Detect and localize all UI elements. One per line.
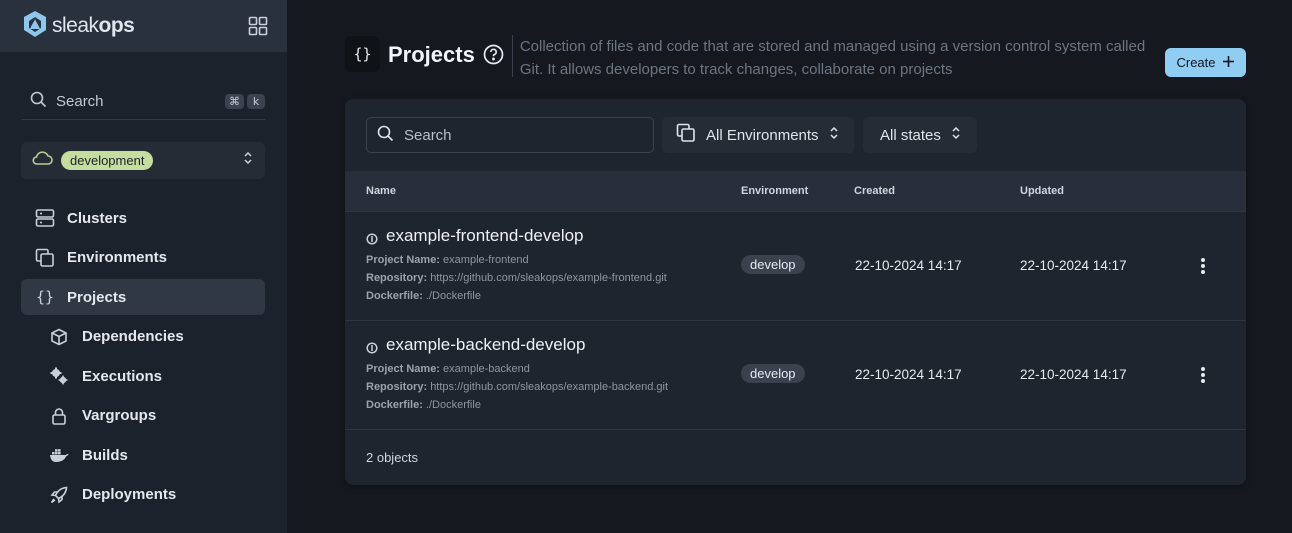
project-name-link[interactable]: example-backend-develop: [386, 335, 585, 355]
sidebar-item-deployments[interactable]: Deployments: [21, 477, 265, 513]
sidebar-item-label: Projects: [67, 288, 127, 306]
page-description: Collection of files and code that are st…: [519, 38, 1146, 78]
project-name-link[interactable]: example-frontend-develop: [386, 226, 584, 246]
create-button[interactable]: Create: [1165, 48, 1246, 77]
environment-filter[interactable]: All Environments: [662, 117, 854, 153]
column-created[interactable]: Created: [854, 185, 895, 197]
search-shortcut: ⌘ k: [225, 94, 265, 109]
repository-meta: Repository: https://github.com/sleakops/…: [366, 272, 667, 284]
page-title: Projects: [388, 42, 475, 67]
table-row[interactable]: example-frontend-develop Project Name: e…: [345, 211, 1246, 320]
repository-meta: Repository: https://github.com/sleakops/…: [366, 381, 669, 393]
environment-filter-label: All Environments: [706, 126, 819, 144]
git-commit-icon: [366, 341, 378, 359]
search-placeholder: Search: [404, 126, 452, 144]
chevron-updown-icon: [951, 126, 961, 144]
git-commit-icon: [366, 232, 378, 250]
brand-name: sleakops: [52, 14, 135, 37]
brand-bar: sleakops: [0, 0, 287, 52]
lock-icon: [49, 406, 69, 426]
environment-tag: develop: [741, 364, 805, 383]
sidebar-item-clusters[interactable]: Clusters: [21, 200, 265, 236]
cogs-icon: [49, 366, 69, 386]
sidebar-item-vargroups[interactable]: Vargroups: [21, 398, 265, 434]
server-icon: [35, 208, 55, 228]
table-row[interactable]: example-backend-develop Project Name: ex…: [345, 320, 1246, 429]
sidebar-item-builds[interactable]: Builds: [21, 437, 265, 473]
more-options-icon[interactable]: [1195, 365, 1211, 385]
sidebar-item-executions[interactable]: Executions: [21, 358, 265, 394]
sleakops-logo-icon: [22, 10, 48, 43]
kbd-k: k: [247, 94, 265, 109]
projects-card: Search All Environments All states Name …: [345, 99, 1246, 485]
chevron-updown-icon: [243, 151, 253, 170]
page-header: {} Projects Collection of files and code…: [345, 35, 1170, 81]
environment-badge: development: [61, 151, 154, 170]
created-date: 22-10-2024 14:17: [855, 367, 962, 382]
state-filter-label: All states: [880, 126, 941, 144]
sidebar-item-label: Builds: [82, 446, 128, 464]
environment-tag: develop: [741, 255, 805, 274]
create-button-label: Create: [1176, 55, 1216, 70]
project-name-meta: Project Name: example-frontend: [366, 254, 529, 266]
cloud-icon: [31, 150, 53, 171]
column-updated[interactable]: Updated: [1020, 185, 1064, 197]
sidebar-item-dependencies[interactable]: Dependencies: [21, 319, 265, 355]
sidebar-nav: Clusters Environments {} Projects Depend…: [21, 200, 265, 516]
kbd-cmd: ⌘: [225, 94, 244, 109]
sidebar-item-label: Executions: [82, 367, 163, 385]
brand-logo[interactable]: sleakops: [22, 10, 135, 43]
copy-icon: [676, 123, 696, 147]
help-icon[interactable]: [483, 44, 504, 70]
sidebar-search-label: Search: [56, 93, 104, 110]
updated-date: 22-10-2024 14:17: [1020, 258, 1127, 273]
updated-date: 22-10-2024 14:17: [1020, 367, 1127, 382]
header-divider: [511, 35, 513, 77]
sidebar-item-label: Dependencies: [82, 328, 184, 345]
sidebar-item-projects[interactable]: {} Projects: [21, 279, 265, 315]
dockerfile-meta: Dockerfile: ./Dockerfile: [366, 399, 481, 411]
created-date: 22-10-2024 14:17: [855, 258, 962, 273]
table-footer: 2 objects: [345, 429, 1246, 485]
column-environment[interactable]: Environment: [741, 185, 808, 197]
cube-icon: [49, 327, 69, 347]
more-options-icon[interactable]: [1195, 256, 1211, 276]
sidebar-item-label: Clusters: [67, 209, 128, 227]
sidebar-item-environments[interactable]: Environments: [21, 240, 265, 276]
sidebar-search[interactable]: Search ⌘ k: [21, 84, 265, 120]
docker-icon: [49, 445, 69, 465]
state-filter[interactable]: All states: [863, 117, 977, 153]
search-icon: [377, 125, 394, 146]
plus-icon: [1222, 55, 1235, 71]
rocket-icon: [49, 485, 69, 505]
dockerfile-meta: Dockerfile: ./Dockerfile: [366, 290, 481, 302]
braces-icon: {}: [35, 288, 55, 306]
apps-grid-icon[interactable]: [247, 15, 269, 37]
sidebar-item-label: Vargroups: [82, 407, 157, 424]
sidebar-item-label: Deployments: [82, 486, 177, 503]
search-icon: [30, 91, 47, 112]
object-count: 2 objects: [366, 450, 419, 465]
sidebar: sleakops Search ⌘ k development Clusters…: [0, 0, 287, 533]
column-name[interactable]: Name: [366, 185, 396, 197]
project-name-meta: Project Name: example-backend: [366, 363, 530, 375]
table-header: Name Environment Created Updated: [345, 171, 1246, 211]
sidebar-item-label: Environments: [67, 249, 168, 266]
search-input[interactable]: Search: [366, 117, 654, 153]
copy-icon: [35, 248, 55, 268]
chevron-updown-icon: [829, 126, 839, 144]
braces-icon: {}: [345, 36, 380, 72]
environment-selector[interactable]: development: [21, 142, 265, 179]
